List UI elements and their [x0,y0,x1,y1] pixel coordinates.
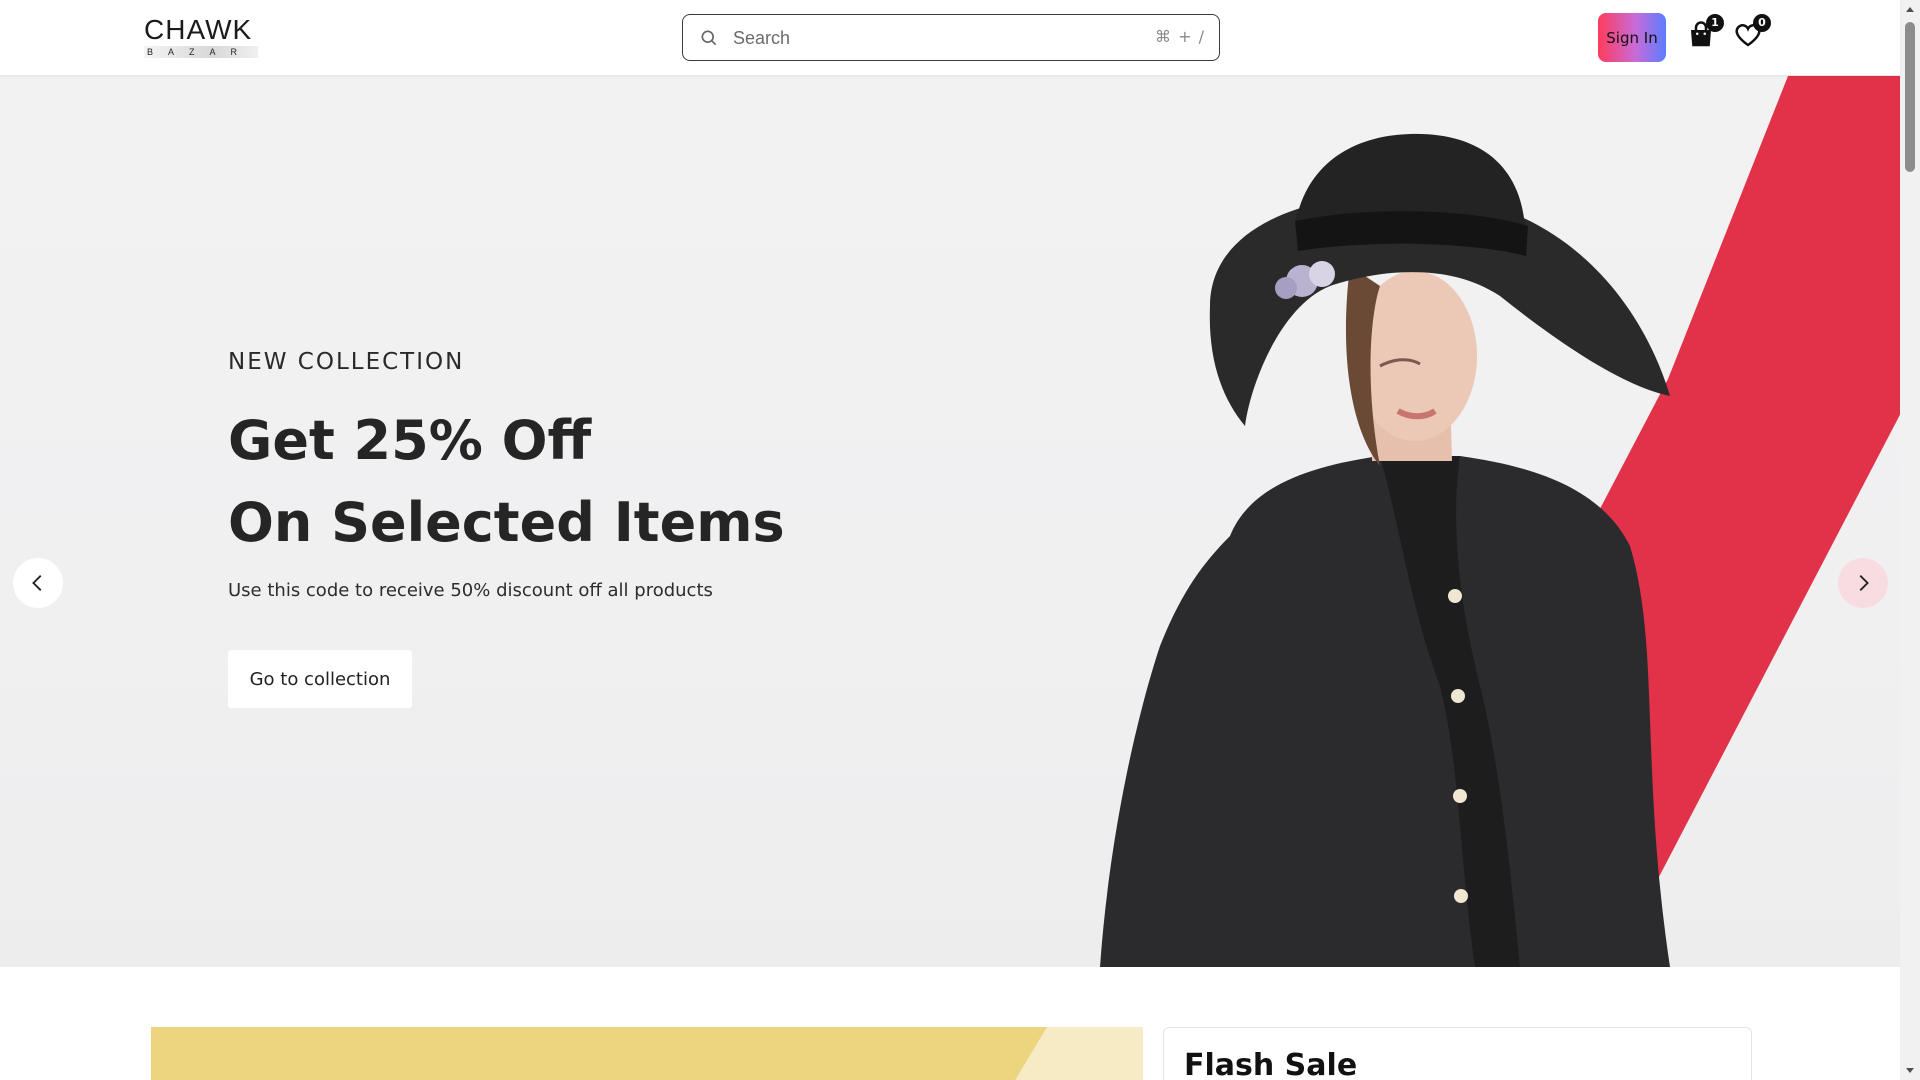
hero-headline-line-1: Get 25% Off [228,409,592,472]
go-to-collection-button[interactable]: Go to collection [228,650,412,708]
wishlist-count-badge: 0 [1753,14,1771,32]
chevron-left-icon [32,575,42,591]
search-icon [701,30,717,46]
carousel-prev-button[interactable] [13,558,63,608]
cart-button[interactable]: 1 [1686,14,1724,50]
cart-count-badge: 1 [1706,14,1724,32]
logo-wordmark: CHAWK [144,14,253,45]
hero-subline: Use this code to receive 50% discount of… [228,580,713,601]
scroll-down-arrow-icon[interactable] [1900,1060,1920,1080]
hero-model-image [1100,133,1670,967]
promo-banner-stripe [1011,1027,1143,1080]
search-shortcut-hint: ⌘ + / [1155,27,1205,46]
scroll-up-arrow-icon[interactable] [1900,0,1920,20]
wishlist-button[interactable]: 0 [1733,14,1771,50]
hero-banner: NEW COLLECTION Get 25% Off On Selected I… [0,76,1900,967]
flash-sale-title: Flash Sale [1184,1048,1358,1080]
search-input[interactable] [733,23,1113,53]
hero-eyebrow: NEW COLLECTION [228,349,465,375]
search-bar: ⌘ + / [682,14,1220,61]
sign-in-button[interactable]: Sign In [1598,13,1666,62]
promo-banner[interactable] [151,1027,1143,1080]
hero-copy: NEW COLLECTION Get 25% Off On Selected I… [228,346,988,708]
hero-headline-line-2: On Selected Items [228,491,785,554]
site-header: CHAWK BAZAR ⌘ + / Sign In 1 0 [0,0,1900,76]
page-scrollbar[interactable] [1900,0,1920,1080]
logo[interactable]: CHAWK BAZAR [144,14,260,58]
chevron-right-icon [1859,575,1869,591]
carousel-next-button[interactable] [1838,558,1888,608]
flash-sale-panel: Flash Sale [1163,1027,1752,1080]
scrollbar-thumb[interactable] [1905,22,1915,172]
logo-subtitle: BAZAR [144,46,258,58]
